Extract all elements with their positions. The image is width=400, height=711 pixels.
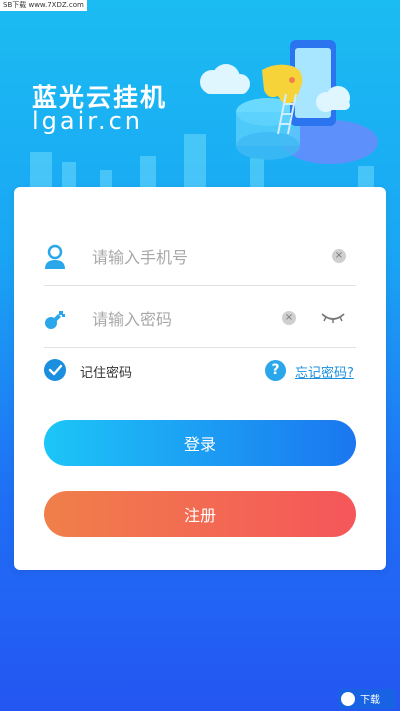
password-input[interactable]: [90, 304, 274, 334]
phone-field: ×: [44, 229, 356, 286]
remember-checkbox[interactable]: [44, 359, 66, 381]
ladder-illustration: [277, 93, 297, 135]
forgot-password-link[interactable]: 忘记密码?: [295, 362, 354, 381]
skyline-illustration: [30, 134, 374, 190]
platform-illustration: [282, 120, 378, 164]
watermark-logo: 下载: [338, 689, 396, 709]
check-icon: [48, 364, 63, 376]
watermark-text: 下载: [360, 694, 380, 706]
user-icon: [45, 244, 65, 269]
phone-illustration: [290, 40, 336, 126]
login-card: × × 记住密码 ? 忘记密码? 登录 注册: [14, 187, 386, 570]
brand-subtitle: lgair.cn: [32, 107, 143, 135]
register-button[interactable]: 注册: [44, 491, 356, 537]
help-icon[interactable]: ?: [265, 360, 286, 381]
cloud-illustration: [200, 64, 350, 112]
key-icon: [45, 311, 65, 329]
password-field: ×: [44, 291, 356, 348]
game-controller-illustration: [262, 64, 303, 104]
login-button[interactable]: 登录: [44, 420, 356, 466]
phone-input[interactable]: [90, 242, 274, 272]
remember-label: 记住密码: [80, 366, 133, 381]
eye-closed-icon[interactable]: [320, 309, 346, 325]
clear-icon[interactable]: ×: [282, 311, 296, 325]
watermark-top: SB下载 www.7XDZ.com: [0, 0, 87, 11]
clear-icon[interactable]: ×: [332, 249, 346, 263]
